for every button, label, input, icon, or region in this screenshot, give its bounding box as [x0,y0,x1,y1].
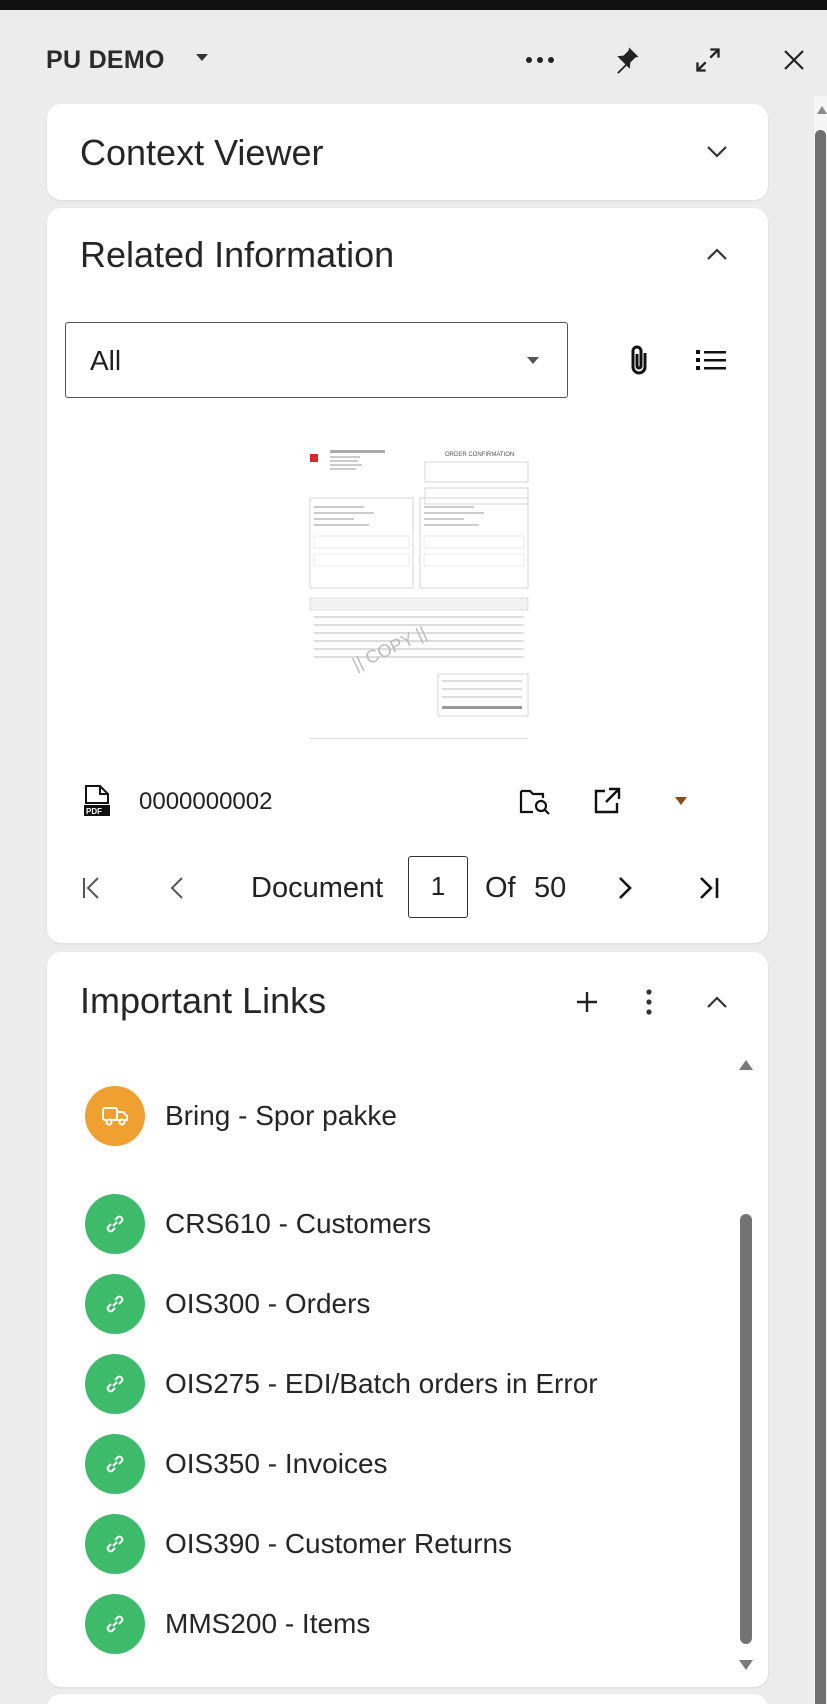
link-icon [85,1434,145,1494]
dropdown-caret-icon[interactable] [661,781,701,821]
pager-of-label: Of [485,872,516,904]
link-icon [85,1194,145,1254]
folder-search-icon[interactable] [515,781,555,821]
card-title[interactable]: Related Information [80,234,394,276]
link-icon [85,1514,145,1574]
next-card [47,1694,768,1704]
link-item-ois275[interactable]: OIS275 - EDI/Batch orders in Error [85,1354,598,1414]
truck-icon [85,1086,145,1146]
more-horizontal-icon[interactable] [522,42,558,78]
link-item-ois390[interactable]: OIS390 - Customer Returns [85,1514,512,1574]
chevron-down-icon[interactable] [196,54,208,61]
link-label: OIS275 - EDI/Batch orders in Error [165,1368,598,1399]
link-item-bring[interactable]: Bring - Spor pakke [85,1086,397,1146]
attachment-icon[interactable] [619,340,659,380]
link-label: OIS390 - Customer Returns [165,1528,513,1559]
document-file-name[interactable]: 0000000002 [139,788,272,816]
link-icon [85,1354,145,1414]
chevron-down-icon[interactable] [703,138,731,166]
document-filter-select[interactable]: All [65,322,568,398]
panel-scrollbar[interactable] [814,96,827,1704]
card-title[interactable]: Important Links [80,980,326,1022]
important-links-card: Important Links Bring - Spor pakke CRS61… [47,952,768,1687]
link-icon [85,1594,145,1654]
pager-total: 50 [534,872,567,904]
document-thumbnail[interactable]: ORDER CONFIRMATION || COPY || [300,426,533,746]
open-external-icon[interactable] [587,781,627,821]
context-viewer-card: Context Viewer [47,104,768,200]
pin-icon[interactable] [608,42,644,78]
previous-page-icon[interactable] [157,868,197,908]
app-title[interactable]: PU DEMO [46,46,165,75]
link-item-ois350[interactable]: OIS350 - Invoices [85,1434,388,1494]
add-icon[interactable] [567,982,607,1022]
link-icon [85,1274,145,1334]
pdf-file-icon: PDF [77,781,117,821]
top-border [0,0,827,10]
link-item-crs610[interactable]: CRS610 - Customers [85,1194,431,1254]
links-scrollbar[interactable] [739,1048,753,1678]
first-page-icon[interactable] [71,868,111,908]
link-label: OIS300 - Orders [165,1288,371,1319]
scroll-up-icon[interactable] [817,106,827,114]
pager-label: Document [251,872,384,904]
card-title[interactable]: Context Viewer [80,132,323,174]
related-information-card: Related Information All ORDER CONFIRMATI… [47,208,768,943]
next-page-icon[interactable] [605,868,645,908]
link-label: MMS200 - Items [165,1608,371,1639]
chevron-up-icon[interactable] [703,988,731,1016]
scrollbar-thumb[interactable] [815,130,826,1704]
link-label: CRS610 - Customers [165,1208,432,1239]
link-item-mms200[interactable]: MMS200 - Items [85,1594,370,1654]
document-file-row: PDF 0000000002 [47,776,768,826]
panel-header: PU DEMO [0,10,827,102]
chevron-up-icon[interactable] [703,240,731,268]
close-icon[interactable] [776,42,812,78]
select-value: All [90,345,122,376]
link-item-ois300[interactable]: OIS300 - Orders [85,1274,370,1334]
chevron-down-icon [527,357,539,364]
page-number-input[interactable]: 1 [408,856,468,918]
scrollbar-thumb[interactable] [740,1214,752,1644]
link-label: Bring - Spor pakke [165,1100,397,1131]
thumbnail-heading: ORDER CONFIRMATION [445,452,514,458]
expand-icon[interactable] [690,42,726,78]
more-vertical-icon[interactable] [629,982,669,1022]
scroll-down-icon[interactable] [739,1660,753,1670]
document-pager: Document 1 Of 50 [47,856,768,920]
link-label: OIS350 - Invoices [165,1448,388,1479]
scroll-up-icon[interactable] [739,1060,753,1070]
svg-text:PDF: PDF [86,807,102,816]
last-page-icon[interactable] [689,868,729,908]
list-icon[interactable] [691,340,731,380]
important-links-list: Bring - Spor pakke CRS610 - Customers OI… [47,1048,737,1678]
